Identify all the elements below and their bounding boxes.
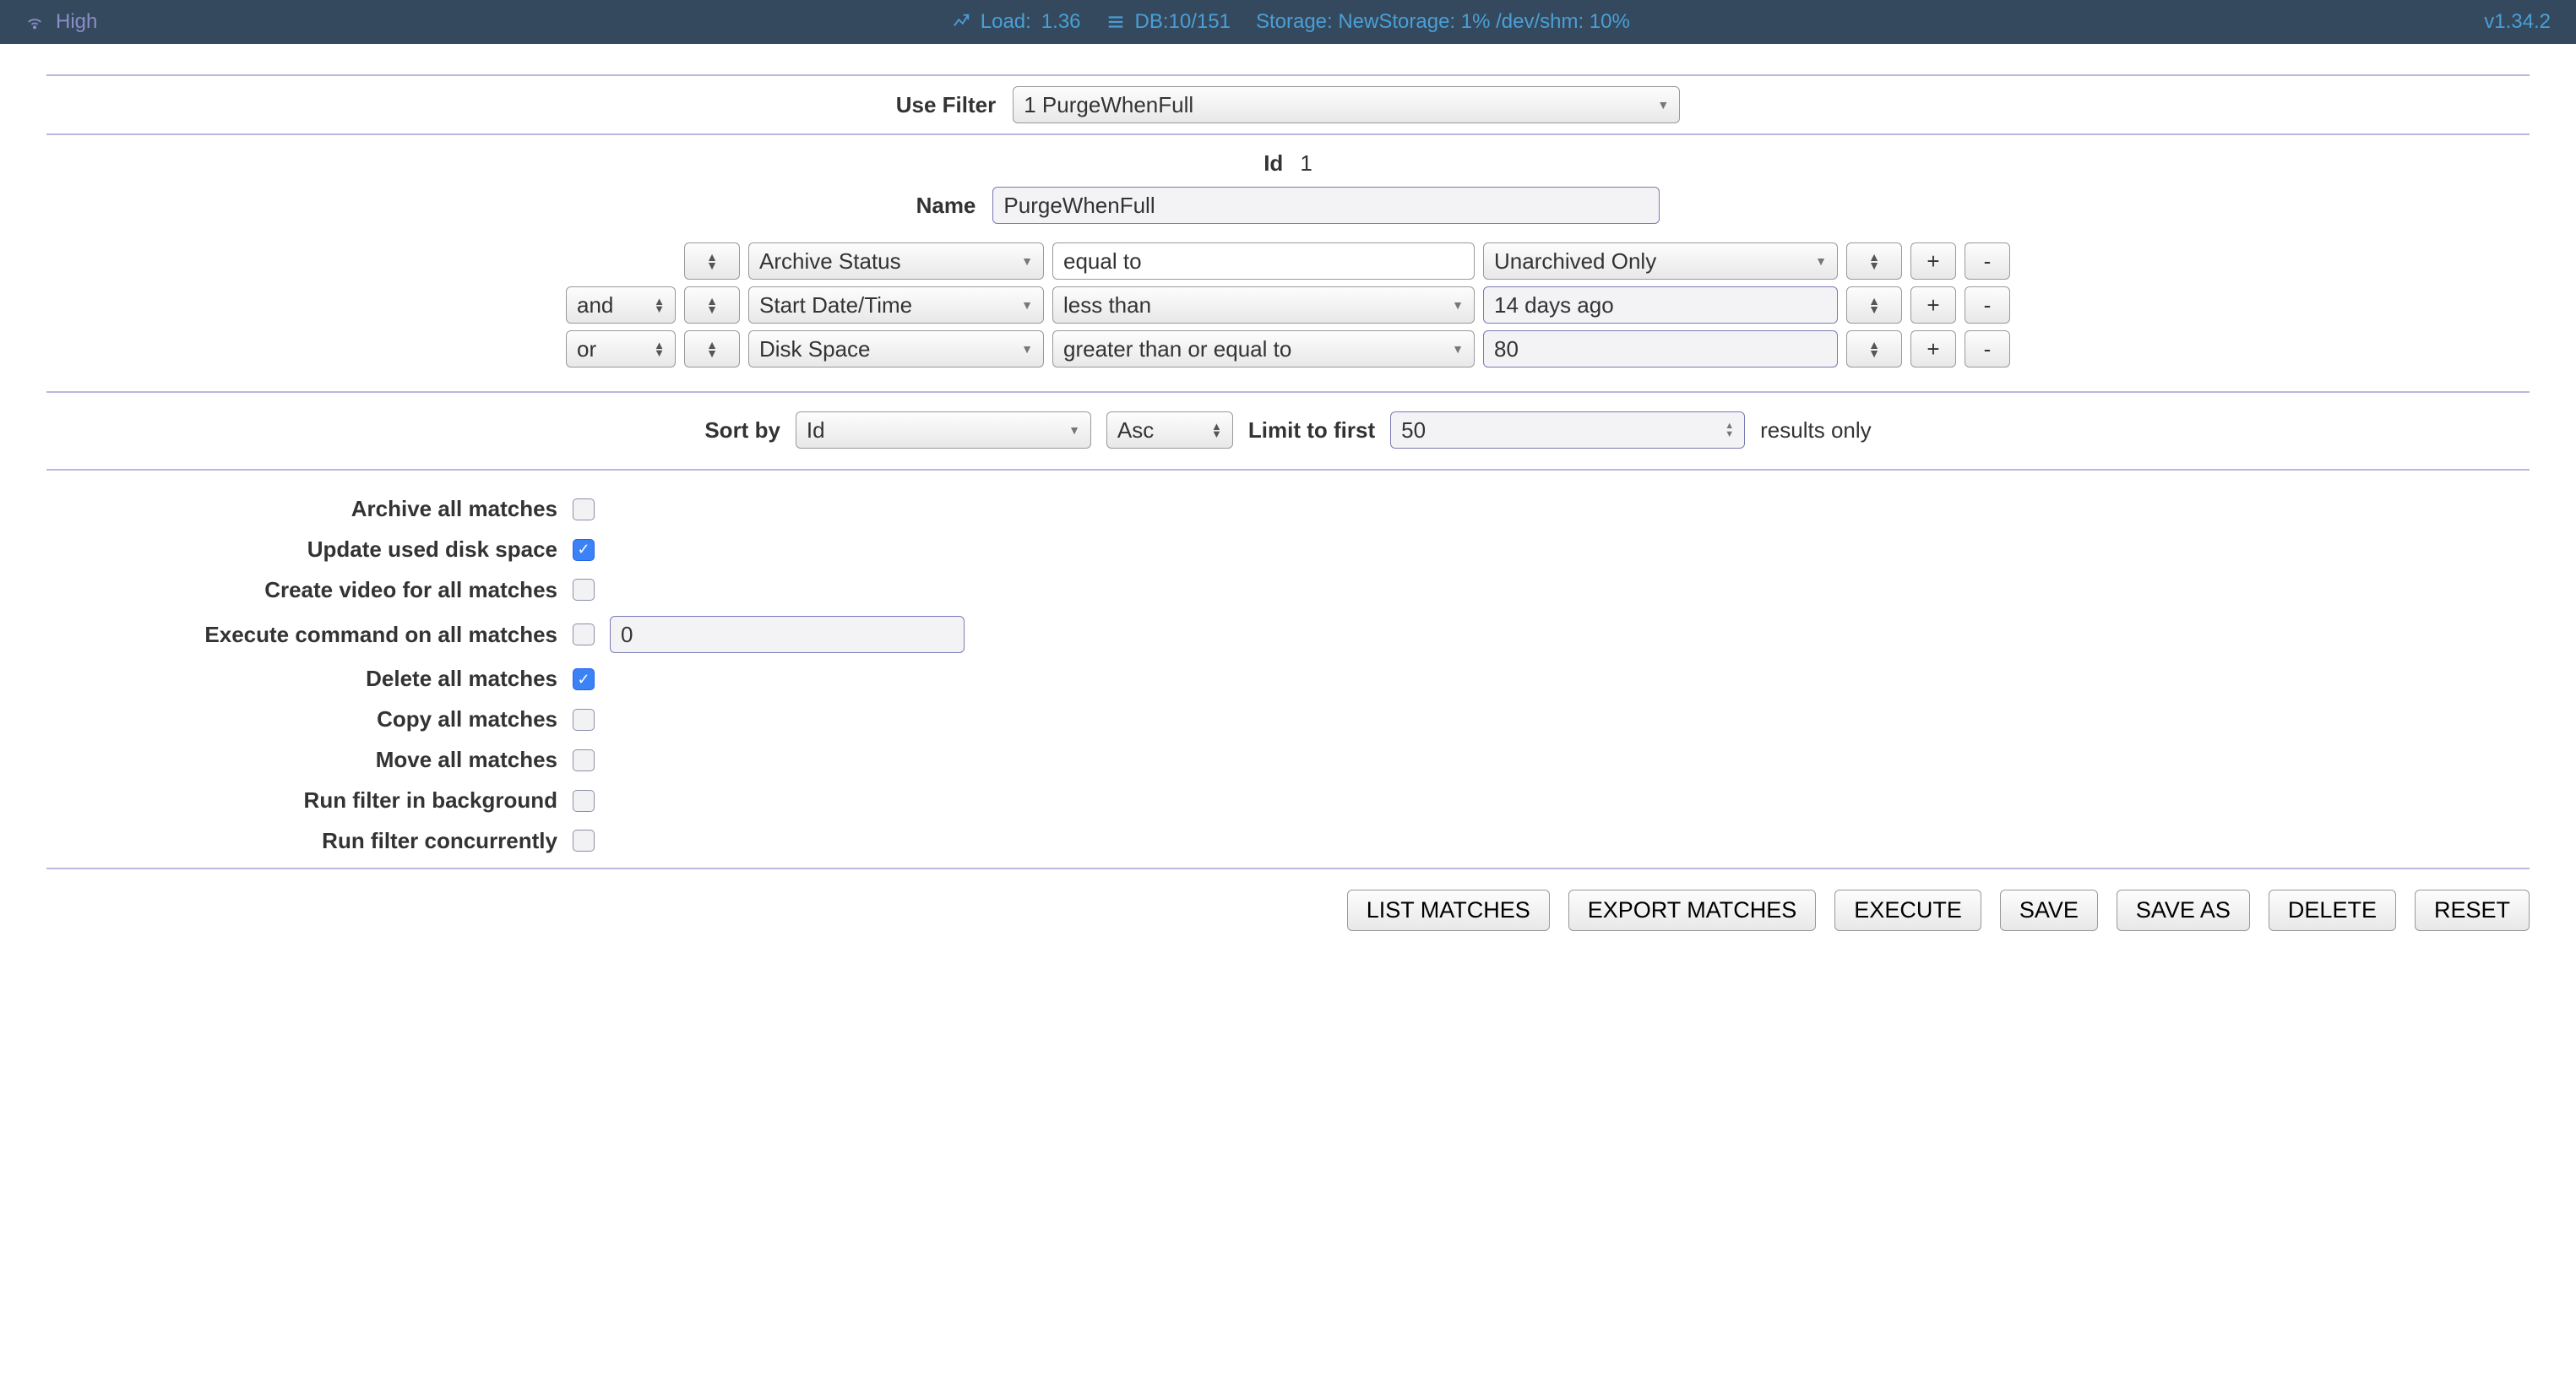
use-filter-label: Use Filter [896, 92, 997, 118]
bracket-stepper[interactable]: ▲▼ [684, 330, 740, 368]
load-value: 1.36 [1041, 10, 1081, 34]
opt-move-checkbox[interactable] [573, 749, 595, 771]
opt-background-label: Run filter in background [0, 787, 557, 815]
export-matches-button[interactable]: EXPORT MATCHES [1568, 890, 1817, 931]
opt-delete-label: Delete all matches [0, 665, 557, 694]
sort-dir-select[interactable]: Asc▲▼ [1106, 411, 1233, 449]
list-matches-button[interactable]: LIST MATCHES [1347, 890, 1550, 931]
id-value: 1 [1300, 150, 1312, 177]
reset-button[interactable]: RESET [2415, 890, 2530, 931]
execute-button[interactable]: EXECUTE [1834, 890, 1981, 931]
load-label: Load: [981, 10, 1031, 34]
bracket-stepper[interactable]: ▲▼ [684, 242, 740, 280]
opt-move-label: Move all matches [0, 746, 557, 775]
opt-background-checkbox[interactable] [573, 790, 595, 812]
bracket-stepper[interactable]: ▲▼ [1846, 330, 1902, 368]
cond-val-input[interactable] [1483, 330, 1838, 368]
cond-op-select[interactable]: less than▼ [1052, 286, 1475, 324]
opt-archive-checkbox[interactable] [573, 498, 595, 520]
cond-attr-select[interactable]: Archive Status▼ [748, 242, 1044, 280]
bracket-stepper[interactable]: ▲▼ [1846, 286, 1902, 324]
opt-copy-checkbox[interactable] [573, 709, 595, 731]
exec-cmd-input[interactable] [610, 616, 965, 653]
storage-link[interactable]: Storage: NewStorage: 1% /dev/shm: 10% [1256, 10, 1630, 34]
opt-execcmd-label: Execute command on all matches [0, 621, 557, 649]
id-label: Id [1264, 150, 1283, 177]
sort-by-label: Sort by [704, 417, 780, 444]
version-link[interactable]: v1.34.2 [2484, 10, 2551, 33]
cond-val-select[interactable]: Unarchived Only▼ [1483, 242, 1838, 280]
add-condition-button[interactable]: + [1910, 242, 1956, 280]
opt-createvideo-label: Create video for all matches [0, 576, 557, 605]
conditions: ▲▼ Archive Status▼ equal to▼ Unarchived … [0, 234, 2576, 391]
use-filter-select[interactable]: 1 PurgeWhenFull▼ [1013, 86, 1680, 123]
sort-field-select[interactable]: Id▼ [796, 411, 1091, 449]
trend-icon [952, 13, 970, 31]
cond-op-select[interactable]: equal to▼ [1052, 242, 1475, 280]
bandwidth-link[interactable]: High [56, 10, 97, 34]
remove-condition-button[interactable]: - [1965, 242, 2010, 280]
delete-button[interactable]: DELETE [2269, 890, 2396, 931]
limit-input[interactable]: 50▲▼ [1390, 411, 1745, 449]
opt-archive-label: Archive all matches [0, 495, 557, 524]
name-label: Name [916, 193, 976, 219]
add-condition-button[interactable]: + [1910, 286, 1956, 324]
db-link[interactable]: DB:10/151 [1135, 10, 1231, 34]
save-button[interactable]: SAVE [2000, 890, 2098, 931]
opt-updatedisk-label: Update used disk space [0, 536, 557, 564]
save-as-button[interactable]: SAVE AS [2117, 890, 2250, 931]
cond-attr-select[interactable]: Start Date/Time▼ [748, 286, 1044, 324]
cond-attr-select[interactable]: Disk Space▼ [748, 330, 1044, 368]
opt-updatedisk-checkbox[interactable]: ✓ [573, 539, 595, 561]
topbar: High Load: 1.36 DB:10/151 Storage: NewSt… [0, 0, 2576, 44]
bracket-stepper[interactable]: ▲▼ [1846, 242, 1902, 280]
db-icon [1106, 13, 1125, 31]
name-field[interactable] [992, 187, 1660, 224]
conj-select[interactable]: or▲▼ [566, 330, 676, 368]
opt-execcmd-checkbox[interactable] [573, 623, 595, 645]
remove-condition-button[interactable]: - [1965, 330, 2010, 368]
add-condition-button[interactable]: + [1910, 330, 1956, 368]
opt-concurrent-checkbox[interactable] [573, 830, 595, 852]
opt-copy-label: Copy all matches [0, 705, 557, 734]
conj-select[interactable]: and▲▼ [566, 286, 676, 324]
bracket-stepper[interactable]: ▲▼ [684, 286, 740, 324]
cond-val-input[interactable] [1483, 286, 1838, 324]
limit-suffix: results only [1760, 417, 1872, 444]
cond-op-select[interactable]: greater than or equal to▼ [1052, 330, 1475, 368]
limit-label: Limit to first [1248, 417, 1375, 444]
opt-createvideo-checkbox[interactable] [573, 579, 595, 601]
wifi-icon [25, 13, 44, 31]
opt-concurrent-label: Run filter concurrently [0, 827, 557, 856]
opt-delete-checkbox[interactable]: ✓ [573, 668, 595, 690]
remove-condition-button[interactable]: - [1965, 286, 2010, 324]
